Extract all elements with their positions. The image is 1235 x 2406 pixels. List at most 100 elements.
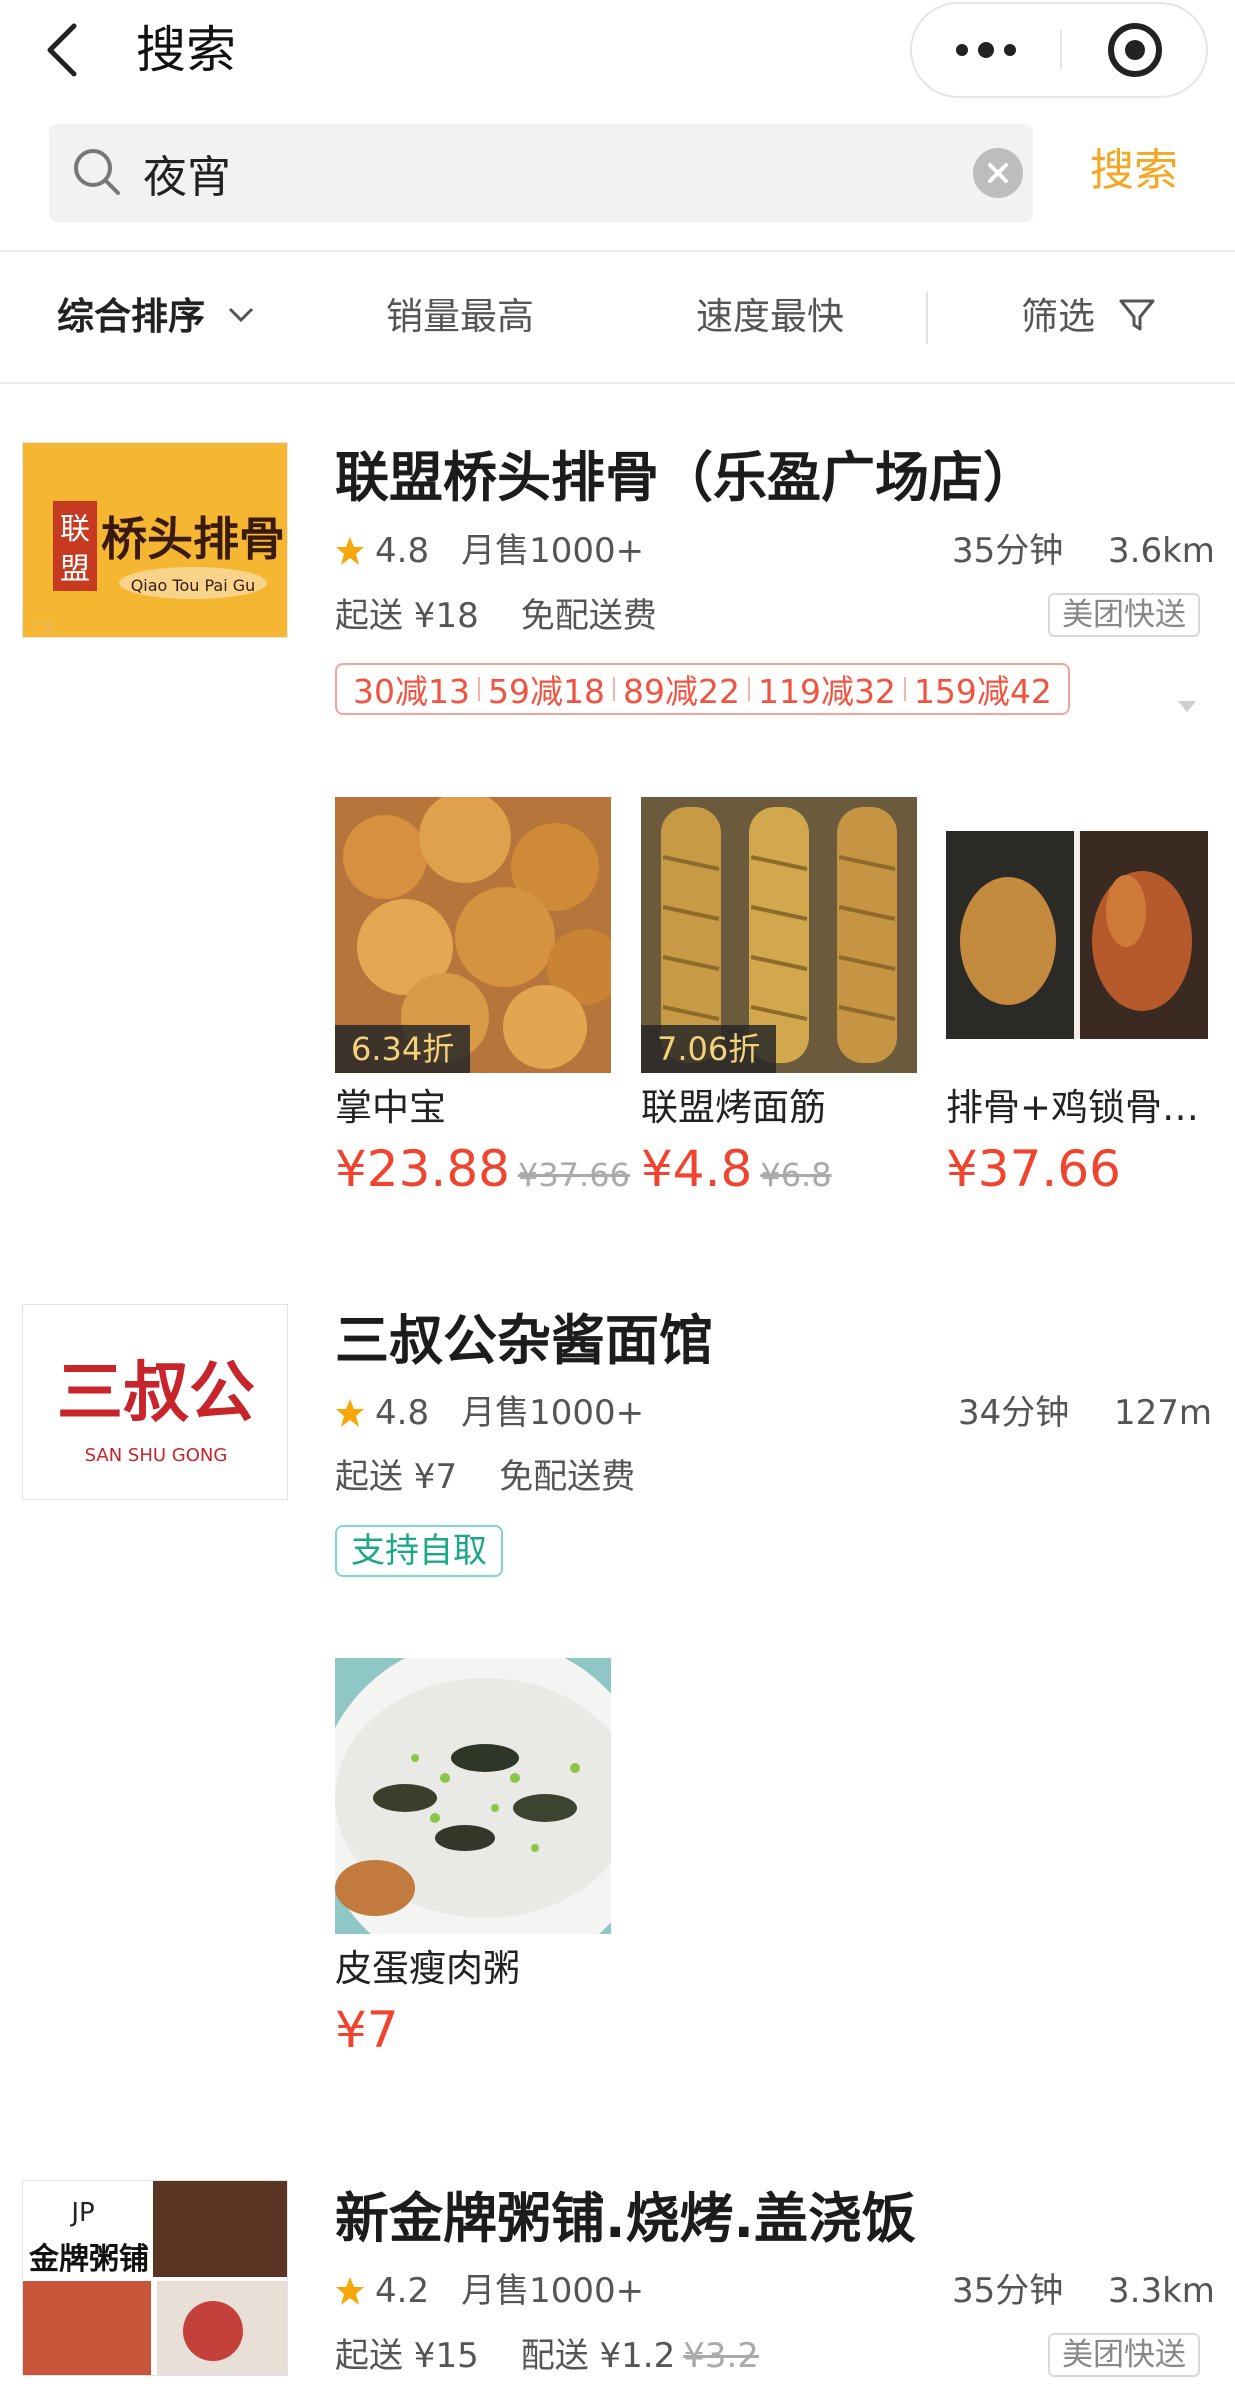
filter-button[interactable]: 筛选: [1021, 290, 1157, 344]
product-image: [946, 831, 1208, 1039]
store-fees: 起送 ¥18 免配送费: [335, 593, 657, 639]
product-price: ¥23.88: [335, 1140, 510, 1198]
distance: 127m: [1114, 1393, 1213, 1433]
promo-list[interactable]: 30减13 59减18 89减22 119减32 159减42: [335, 663, 1070, 715]
store-name[interactable]: 三叔公杂酱面馆: [335, 1306, 713, 1376]
delivery-fee: 配送 ¥1.2: [520, 2336, 676, 2376]
delivery-fee: 免配送费: [499, 1457, 636, 1497]
monthly-sales: 月售1000+: [461, 531, 645, 571]
svg-text:广告: 广告: [31, 620, 55, 634]
store-logo[interactable]: JP 金牌粥铺: [22, 2180, 288, 2376]
divider: [0, 382, 1235, 384]
ribs-chicken-image: [946, 831, 1208, 1039]
mini-program-capsule: [910, 2, 1208, 98]
page-title: 搜索: [136, 21, 236, 79]
svg-text:联: 联: [60, 512, 90, 547]
product-name: 掌中宝: [335, 1086, 446, 1129]
sort-label: 综合排序: [57, 295, 205, 338]
caret-down-icon[interactable]: [1176, 698, 1198, 714]
close-mini-program-button[interactable]: [1062, 4, 1208, 96]
promo-item: 59减18: [487, 672, 605, 711]
svg-text:JP: JP: [69, 2198, 94, 2228]
product-name: 联盟烤面筋: [641, 1086, 826, 1129]
delivery-fee-original: ¥3.2: [683, 2336, 759, 2376]
price-row: ¥7: [335, 1998, 399, 2062]
monthly-sales: 月售1000+: [461, 2271, 645, 2311]
delivery-time: 35分钟: [952, 2271, 1064, 2311]
min-order: 起送 ¥18: [335, 596, 479, 636]
price-row: ¥37.66: [946, 1137, 1121, 1201]
store-logo[interactable]: 联 盟 桥头排骨 Qiao Tou Pai Gu 广告: [22, 442, 288, 638]
delivery-tag: 美团快送: [1048, 2333, 1200, 2377]
delivery-time: 35分钟: [952, 531, 1064, 571]
nav-bar: 搜索: [0, 0, 1235, 104]
search-input[interactable]: [143, 138, 963, 208]
congee-image: [335, 1658, 611, 1934]
store-rating-sales: 4.8 月售1000+: [335, 528, 644, 574]
sort-sales[interactable]: 销量最高: [386, 290, 534, 344]
pickup-tag: 支持自取: [335, 1525, 503, 1577]
clear-search-icon[interactable]: [973, 148, 1023, 198]
filter-label: 筛选: [1021, 295, 1095, 338]
star-icon: [336, 2277, 364, 2305]
min-order: 起送 ¥15: [335, 2336, 479, 2376]
distance: 3.6km: [1108, 531, 1215, 571]
sort-bar: 综合排序 销量最高 速度最快 筛选: [0, 252, 1235, 382]
discount-badge: 6.34折: [335, 1025, 471, 1073]
svg-text:三叔公: 三叔公: [57, 1353, 255, 1431]
target-close-icon: [1108, 23, 1162, 77]
product-original-price: ¥37.66: [517, 1156, 630, 1194]
product-price: ¥37.66: [946, 1140, 1121, 1198]
store-logo[interactable]: 三叔公 SAN SHU GONG: [22, 1304, 288, 1500]
svg-text:SAN SHU GONG: SAN SHU GONG: [85, 1445, 228, 1466]
star-icon: [336, 537, 364, 565]
search-box: [49, 124, 1033, 222]
more-button[interactable]: [912, 4, 1060, 96]
filter-funnel-icon: [1119, 299, 1155, 331]
star-icon: [336, 1399, 364, 1427]
svg-text:金牌粥铺: 金牌粥铺: [28, 2242, 149, 2277]
store-rating-sales: 4.2 月售1000+: [335, 2268, 644, 2314]
product-image: [335, 1658, 611, 1934]
promo-item: 89减22: [622, 672, 740, 711]
store-logo-image: JP 金牌粥铺: [23, 2181, 287, 2375]
sort-comprehensive[interactable]: 综合排序: [57, 290, 256, 344]
search-icon: [74, 149, 120, 195]
close-icon: [988, 163, 1008, 183]
chevron-down-icon: [228, 307, 253, 323]
store-logo-image: 三叔公 SAN SHU GONG: [23, 1305, 287, 1499]
product-image: 7.06折: [641, 797, 917, 1073]
product-image: 6.34折: [335, 797, 611, 1073]
store-rating: 4.2: [375, 2271, 430, 2311]
monthly-sales: 月售1000+: [461, 1393, 645, 1433]
store-name[interactable]: 联盟桥头排骨（乐盈广场店）: [335, 443, 1037, 513]
promo-item: 30减13: [353, 672, 470, 711]
chevron-left-icon: [47, 23, 77, 77]
store-name[interactable]: 新金牌粥铺.烧烤.盖浇饭: [335, 2184, 916, 2254]
store-fees: 起送 ¥7 免配送费: [335, 1454, 635, 1500]
sort-speed[interactable]: 速度最快: [696, 290, 844, 344]
store-logo-image: 联 盟 桥头排骨 Qiao Tou Pai Gu 广告: [23, 443, 287, 637]
delivery-time: 34分钟: [958, 1393, 1070, 1433]
svg-text:盟: 盟: [60, 552, 90, 587]
store-fees: 起送 ¥15 配送 ¥1.2 ¥3.2: [335, 2333, 759, 2379]
discount-badge: 7.06折: [641, 1025, 777, 1073]
more-dots-icon: [956, 42, 1016, 58]
product-price: ¥7: [335, 2001, 399, 2059]
svg-text:Qiao Tou Pai Gu: Qiao Tou Pai Gu: [131, 576, 256, 595]
svg-text:桥头排骨: 桥头排骨: [101, 512, 285, 566]
store-rating: 4.8: [375, 531, 430, 571]
product-original-price: ¥6.8: [760, 1156, 832, 1194]
store-rating: 4.8: [375, 1393, 430, 1433]
price-row: ¥23.88 ¥37.66: [335, 1137, 630, 1201]
product-name: 排骨+鸡锁骨…: [946, 1086, 1200, 1129]
sort-divider: [926, 292, 928, 344]
delivery-fee: 免配送费: [520, 596, 657, 636]
price-row: ¥4.8 ¥6.8: [641, 1137, 832, 1201]
promo-item: 119减32: [757, 672, 896, 711]
min-order: 起送 ¥7: [335, 1457, 458, 1497]
search-button[interactable]: 搜索: [1090, 136, 1200, 206]
back-button[interactable]: [40, 18, 90, 82]
product-price: ¥4.8: [641, 1140, 753, 1198]
distance: 3.3km: [1108, 2271, 1215, 2311]
